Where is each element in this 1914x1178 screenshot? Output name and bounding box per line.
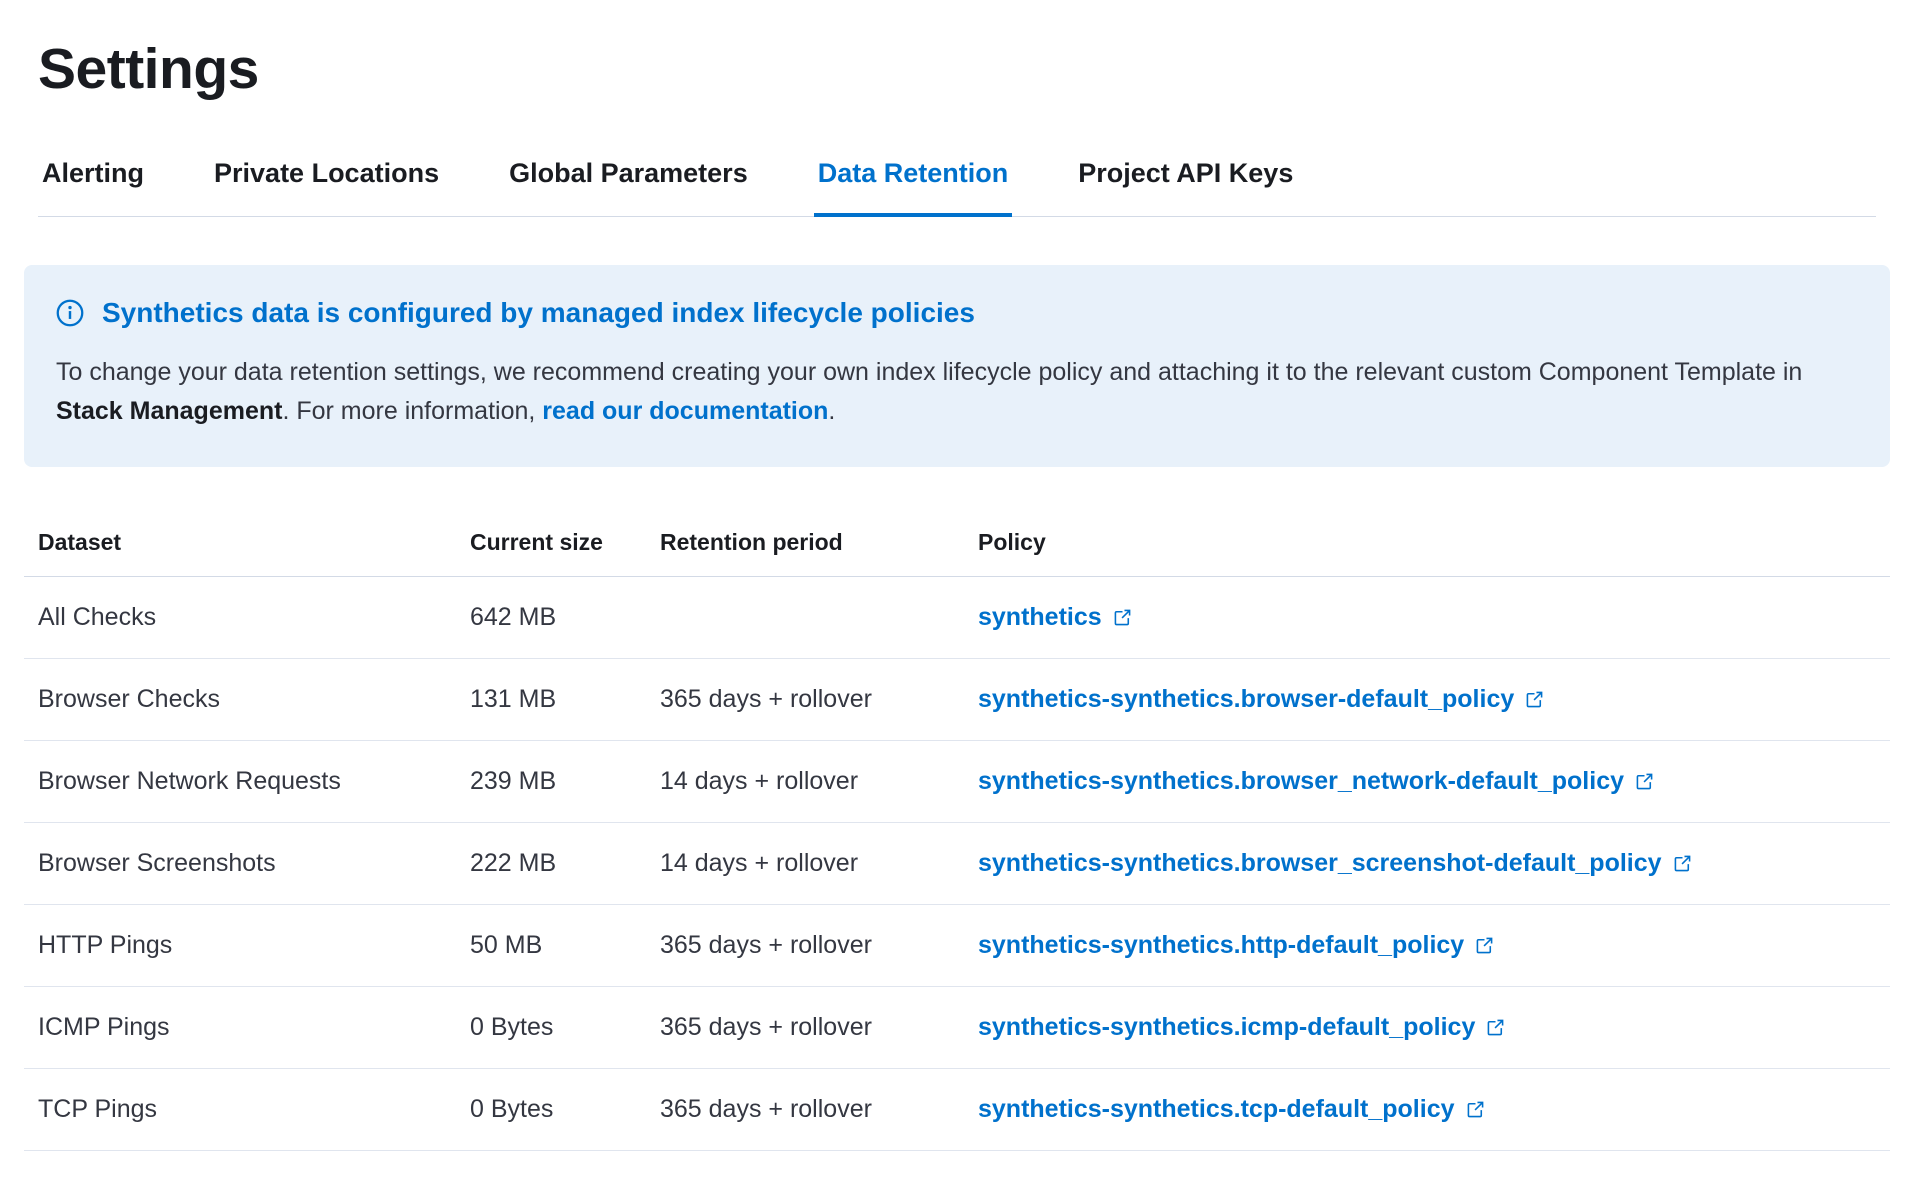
documentation-link[interactable]: read our documentation — [542, 397, 828, 425]
policy-link[interactable]: synthetics-synthetics.browser_screenshot… — [978, 849, 1693, 878]
policy-cell: synthetics — [964, 576, 1890, 658]
external-link-icon — [1485, 1017, 1506, 1038]
policy-link-label: synthetics-synthetics.http-default_polic… — [978, 931, 1464, 960]
callout-bold-text: Stack Management — [56, 397, 282, 425]
dataset-cell: TCP Pings — [24, 1068, 456, 1150]
retention-cell: 14 days + rollover — [646, 740, 964, 822]
policy-link-label: synthetics-synthetics.icmp-default_polic… — [978, 1013, 1475, 1042]
policy-cell: synthetics-synthetics.browser-default_po… — [964, 658, 1890, 740]
column-header-retention-period: Retention period — [646, 529, 964, 577]
retention-cell: 365 days + rollover — [646, 986, 964, 1068]
table-row: Browser Checks 131 MB 365 days + rollove… — [24, 658, 1890, 740]
policy-link[interactable]: synthetics-synthetics.browser_network-de… — [978, 767, 1655, 796]
table-header-row: Dataset Current size Retention period Po… — [24, 529, 1890, 577]
policy-cell: synthetics-synthetics.browser_network-de… — [964, 740, 1890, 822]
table-row: Browser Network Requests 239 MB 14 days … — [24, 740, 1890, 822]
retention-cell: 14 days + rollover — [646, 822, 964, 904]
callout-header: Synthetics data is configured by managed… — [56, 297, 1858, 329]
policy-cell: synthetics-synthetics.icmp-default_polic… — [964, 986, 1890, 1068]
external-link-icon — [1474, 935, 1495, 956]
policy-link[interactable]: synthetics-synthetics.browser-default_po… — [978, 685, 1545, 714]
retention-cell — [646, 576, 964, 658]
table-row: All Checks 642 MB synthetics — [24, 576, 1890, 658]
table-row: TCP Pings 0 Bytes 365 days + rollover sy… — [24, 1068, 1890, 1150]
tab-alerting[interactable]: Alerting — [38, 158, 148, 216]
external-link-icon — [1465, 1099, 1486, 1120]
policy-link[interactable]: synthetics-synthetics.icmp-default_polic… — [978, 1013, 1506, 1042]
callout-title: Synthetics data is configured by managed… — [102, 297, 975, 329]
size-cell: 642 MB — [456, 576, 646, 658]
external-link-icon — [1112, 607, 1133, 628]
dataset-cell: All Checks — [24, 576, 456, 658]
policy-cell: synthetics-synthetics.tcp-default_policy — [964, 1068, 1890, 1150]
retention-cell: 365 days + rollover — [646, 1068, 964, 1150]
size-cell: 0 Bytes — [456, 1068, 646, 1150]
dataset-cell: HTTP Pings — [24, 904, 456, 986]
size-cell: 222 MB — [456, 822, 646, 904]
size-cell: 239 MB — [456, 740, 646, 822]
tab-bar: Alerting Private Locations Global Parame… — [38, 158, 1876, 217]
policy-link[interactable]: synthetics-synthetics.tcp-default_policy — [978, 1095, 1486, 1124]
external-link-icon — [1672, 853, 1693, 874]
policy-link-label: synthetics — [978, 603, 1102, 632]
retention-cell: 365 days + rollover — [646, 904, 964, 986]
policy-link-label: synthetics-synthetics.tcp-default_policy — [978, 1095, 1455, 1124]
tab-project-api-keys[interactable]: Project API Keys — [1074, 158, 1297, 216]
policy-cell: synthetics-synthetics.browser_screenshot… — [964, 822, 1890, 904]
external-link-icon — [1634, 771, 1655, 792]
table-row: ICMP Pings 0 Bytes 365 days + rollover s… — [24, 986, 1890, 1068]
dataset-cell: Browser Screenshots — [24, 822, 456, 904]
callout-text-1: To change your data retention settings, … — [56, 358, 1802, 386]
callout-text-3: . — [828, 397, 835, 425]
info-icon — [56, 299, 84, 327]
dataset-cell: ICMP Pings — [24, 986, 456, 1068]
dataset-cell: Browser Checks — [24, 658, 456, 740]
callout-text-2: . For more information, — [282, 397, 542, 425]
retention-cell: 365 days + rollover — [646, 658, 964, 740]
page-title: Settings — [38, 36, 1876, 102]
table-row: Browser Screenshots 222 MB 14 days + rol… — [24, 822, 1890, 904]
policy-link[interactable]: synthetics-synthetics.http-default_polic… — [978, 931, 1495, 960]
policy-cell: synthetics-synthetics.http-default_polic… — [964, 904, 1890, 986]
table-row: HTTP Pings 50 MB 365 days + rollover syn… — [24, 904, 1890, 986]
size-cell: 0 Bytes — [456, 986, 646, 1068]
data-retention-table: Dataset Current size Retention period Po… — [24, 529, 1890, 1151]
settings-page: Settings Alerting Private Locations Glob… — [0, 0, 1914, 1151]
tab-global-parameters[interactable]: Global Parameters — [505, 158, 752, 216]
policy-link-label: synthetics-synthetics.browser-default_po… — [978, 685, 1514, 714]
dataset-cell: Browser Network Requests — [24, 740, 456, 822]
column-header-current-size: Current size — [456, 529, 646, 577]
size-cell: 50 MB — [456, 904, 646, 986]
policy-link-label: synthetics-synthetics.browser_screenshot… — [978, 849, 1662, 878]
policy-link[interactable]: synthetics — [978, 603, 1133, 632]
tab-private-locations[interactable]: Private Locations — [210, 158, 443, 216]
tab-data-retention[interactable]: Data Retention — [814, 158, 1013, 217]
external-link-icon — [1524, 689, 1545, 710]
column-header-policy: Policy — [964, 529, 1890, 577]
callout-body: To change your data retention settings, … — [56, 353, 1846, 431]
size-cell: 131 MB — [456, 658, 646, 740]
policy-link-label: synthetics-synthetics.browser_network-de… — [978, 767, 1624, 796]
column-header-dataset: Dataset — [24, 529, 456, 577]
info-callout: Synthetics data is configured by managed… — [24, 265, 1890, 467]
